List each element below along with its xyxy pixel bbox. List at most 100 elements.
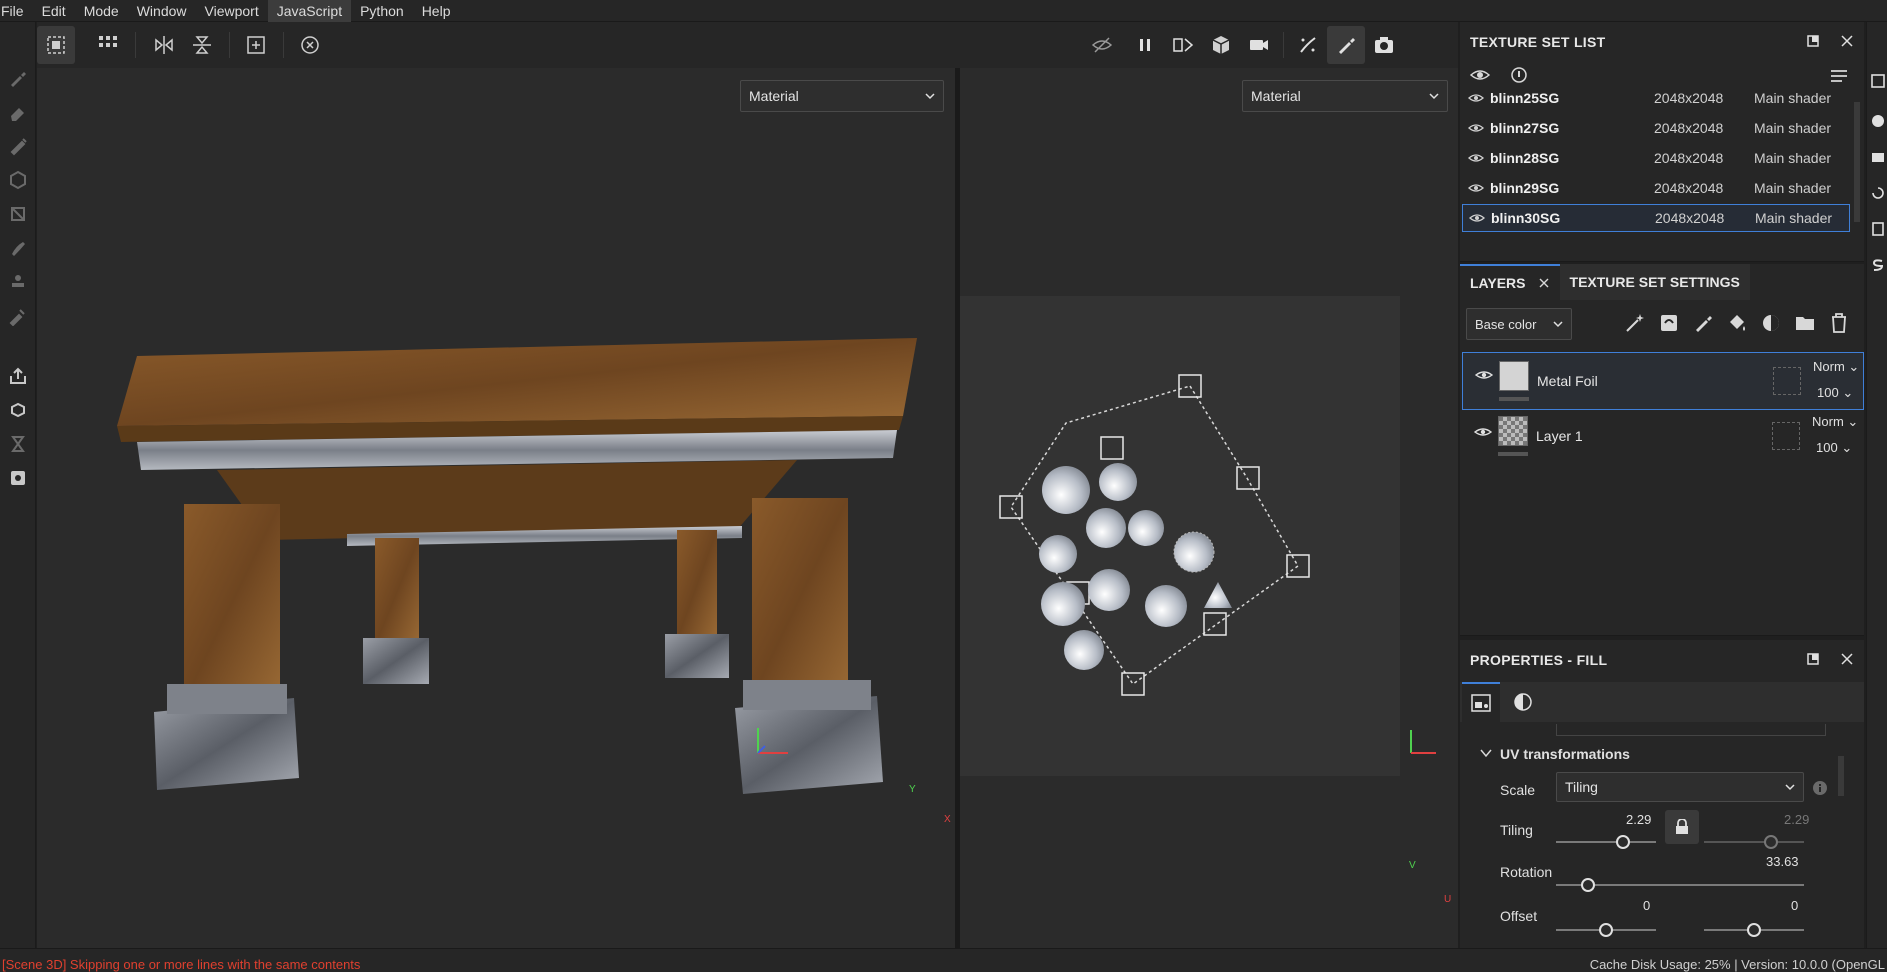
- info-icon[interactable]: [1812, 780, 1828, 796]
- eye-icon[interactable]: [1474, 426, 1492, 438]
- texture-list-scrollbar[interactable]: [1854, 102, 1860, 222]
- screenshot-camera-icon[interactable]: [1365, 26, 1403, 64]
- blend-mode-select[interactable]: Norm ⌄: [1813, 359, 1859, 375]
- close-tab-icon[interactable]: [1538, 277, 1550, 289]
- hide-icon[interactable]: [1083, 26, 1121, 64]
- menu-javascript[interactable]: JavaScript: [267, 0, 352, 22]
- add-fill-layer-icon[interactable]: [1726, 312, 1748, 334]
- paint-mode-icon[interactable]: [1327, 26, 1365, 64]
- export-icon[interactable]: [4, 362, 32, 390]
- eraser-tool-icon[interactable]: [4, 98, 32, 126]
- shelf-icon[interactable]: [1871, 114, 1885, 128]
- polygon-fill-tool-icon[interactable]: [4, 200, 32, 228]
- menu-file[interactable]: File: [0, 0, 33, 22]
- add-mask-icon[interactable]: [1760, 312, 1782, 334]
- camera-mode-icon[interactable]: [1240, 26, 1278, 64]
- frame-selection-icon[interactable]: [237, 26, 275, 64]
- tiling-u-slider[interactable]: [1556, 841, 1656, 843]
- menu-edit[interactable]: Edit: [33, 0, 75, 22]
- eye-icon[interactable]: [1468, 122, 1484, 134]
- close-icon[interactable]: [1840, 652, 1854, 666]
- layer-row-layer-1[interactable]: Layer 1 Norm ⌄ 100 ⌄: [1462, 412, 1864, 470]
- paint-brush-tool-icon[interactable]: [4, 64, 32, 92]
- visibility-toggle-icon[interactable]: [1470, 66, 1490, 84]
- eye-icon[interactable]: [1468, 182, 1484, 194]
- menu-window[interactable]: Window: [128, 0, 196, 22]
- menu-viewport[interactable]: Viewport: [196, 0, 268, 22]
- uv-canvas[interactable]: [960, 296, 1400, 776]
- dock-icon[interactable]: [1871, 74, 1885, 88]
- add-folder-icon[interactable]: [1794, 312, 1816, 334]
- texture-set-row[interactable]: blinn27SG 2048x2048 Main shader: [1462, 114, 1850, 142]
- texture-set-row-selected[interactable]: blinn30SG 2048x2048 Main shader: [1462, 204, 1850, 232]
- display-mode-cube-icon[interactable]: [1202, 26, 1240, 64]
- display-icon[interactable]: [1871, 150, 1885, 164]
- symmetry-x-icon[interactable]: [145, 26, 183, 64]
- layer-mask-slot[interactable]: [1773, 367, 1801, 395]
- magic-wand-icon[interactable]: [1624, 312, 1646, 334]
- eye-icon[interactable]: [1468, 92, 1484, 104]
- uv-transformations-section[interactable]: UV transformations: [1500, 746, 1630, 762]
- tiling-v-value[interactable]: 2.29: [1784, 812, 1809, 827]
- bake-icon[interactable]: [4, 396, 32, 424]
- eye-icon[interactable]: [1468, 152, 1484, 164]
- menu-python[interactable]: Python: [351, 0, 413, 22]
- smudge-tool-icon[interactable]: [4, 234, 32, 262]
- chevron-down-icon[interactable]: [1480, 748, 1492, 758]
- color-picker-tool-icon[interactable]: [4, 302, 32, 330]
- close-icon[interactable]: [1840, 34, 1854, 48]
- menu-mode[interactable]: Mode: [75, 0, 128, 22]
- properties-scrollbar[interactable]: [1838, 756, 1844, 796]
- float-panel-icon[interactable]: [1806, 652, 1820, 666]
- add-effect-icon[interactable]: [1658, 312, 1680, 334]
- eye-icon[interactable]: [1475, 369, 1493, 381]
- offset-u-value[interactable]: 0: [1643, 898, 1650, 913]
- float-panel-icon[interactable]: [1806, 34, 1820, 48]
- display-settings-icon[interactable]: [4, 464, 32, 492]
- tab-fill-properties[interactable]: [1462, 682, 1500, 722]
- delete-icon[interactable]: [1828, 312, 1850, 334]
- layer-opacity[interactable]: 100 ⌄: [1816, 440, 1852, 456]
- rotation-value[interactable]: 33.63: [1766, 854, 1799, 869]
- rotation-knob[interactable]: [1581, 878, 1595, 892]
- menu-help[interactable]: Help: [413, 0, 460, 22]
- symmetry-y-icon[interactable]: [183, 26, 221, 64]
- add-paint-layer-icon[interactable]: [1692, 312, 1714, 334]
- material-select-2d[interactable]: Material: [1242, 80, 1448, 112]
- layer-mask-slot[interactable]: [1772, 422, 1800, 450]
- projection-tool-icon[interactable]: [4, 132, 32, 160]
- offset-v-value[interactable]: 0: [1791, 898, 1798, 913]
- viewport-3d[interactable]: Material Y X: [37, 68, 955, 948]
- grid-dropdown-icon[interactable]: [89, 26, 127, 64]
- tab-layers[interactable]: LAYERS: [1460, 264, 1560, 300]
- texture-set-row[interactable]: blinn25SG 2048x2048 Main shader: [1462, 84, 1850, 112]
- layer-row-metal-foil[interactable]: Metal Foil Norm ⌄ 100 ⌄: [1462, 352, 1864, 410]
- eye-icon[interactable]: [1469, 212, 1485, 224]
- offset-u-knob[interactable]: [1599, 923, 1613, 937]
- layer-opacity[interactable]: 100 ⌄: [1817, 385, 1853, 401]
- scale-mode-select[interactable]: Tiling: [1556, 772, 1804, 802]
- offset-v-knob[interactable]: [1747, 923, 1761, 937]
- info-icon[interactable]: [1510, 66, 1528, 84]
- tiling-v-knob[interactable]: [1764, 835, 1778, 849]
- lock-ratio-button[interactable]: [1665, 810, 1699, 844]
- reset-icon[interactable]: [291, 26, 329, 64]
- channel-select[interactable]: Base color: [1466, 308, 1572, 340]
- particle-brush-icon[interactable]: [1289, 26, 1327, 64]
- tiling-u-value[interactable]: 2.29: [1626, 812, 1651, 827]
- list-menu-icon[interactable]: [1830, 68, 1848, 84]
- pause-icon[interactable]: [1126, 26, 1164, 64]
- tab-material-properties[interactable]: [1504, 682, 1542, 722]
- clone-stamp-tool-icon[interactable]: [4, 268, 32, 296]
- tiling-u-knob[interactable]: [1616, 835, 1630, 849]
- blend-mode-select[interactable]: Norm ⌄: [1812, 414, 1858, 430]
- viewport-2d[interactable]: Material V U: [960, 68, 1458, 948]
- geometry-mask-tool-icon[interactable]: [4, 166, 32, 194]
- selection-mode-icon[interactable]: [37, 26, 75, 64]
- tab-texture-set-settings[interactable]: TEXTURE SET SETTINGS: [1559, 264, 1750, 300]
- tiling-v-slider[interactable]: [1704, 841, 1804, 843]
- history-icon[interactable]: [1871, 186, 1885, 200]
- split-view-icon[interactable]: [1164, 26, 1202, 64]
- log-icon[interactable]: [1871, 222, 1885, 236]
- texture-set-row[interactable]: blinn28SG 2048x2048 Main shader: [1462, 144, 1850, 172]
